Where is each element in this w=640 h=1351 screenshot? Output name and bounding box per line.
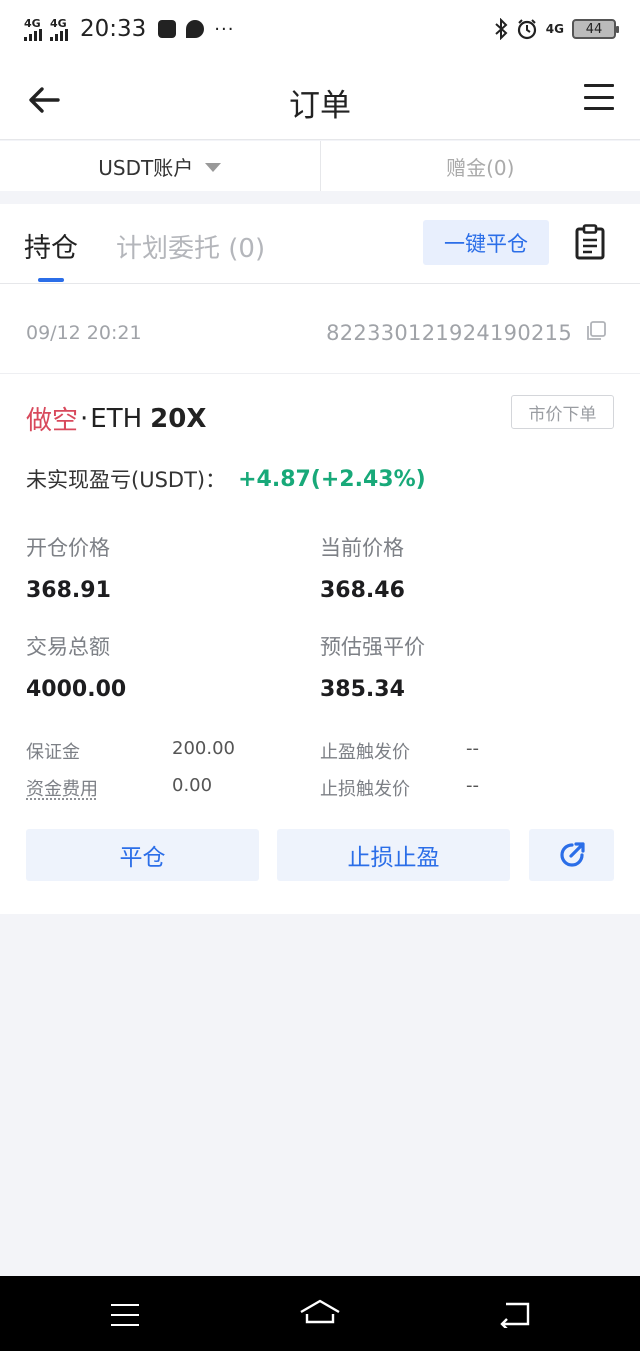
caret-down-icon — [205, 162, 222, 172]
share-button[interactable] — [529, 829, 614, 881]
funding-fee-value: 0.00 — [172, 775, 213, 796]
account-bonus[interactable]: 赠金(0) — [319, 141, 640, 191]
account-bonus-label: 赠金(0) — [446, 155, 515, 180]
notification-icon — [186, 20, 205, 38]
total-amount: 4000.00 — [26, 677, 127, 702]
home-icon[interactable] — [298, 1298, 342, 1326]
stop-loss-label: 止损触发价 — [320, 779, 410, 800]
close-position-button[interactable]: 平仓 — [26, 829, 259, 881]
margin-value: 200.00 — [172, 738, 235, 759]
message-icon — [158, 20, 177, 38]
position-time: 09/12 20:21 — [26, 322, 142, 344]
position-card-header: 09/12 20:21 822330121924190215 — [0, 284, 640, 374]
current-price-label: 当前价格 — [320, 536, 404, 560]
liquidation-price: 385.34 — [320, 677, 405, 702]
account-usdt-label: USDT账户 — [98, 155, 194, 180]
page-title: 订单 — [289, 88, 351, 124]
back-icon[interactable] — [498, 1300, 532, 1328]
position-side: 做空 — [26, 406, 79, 436]
network-type: 4G — [24, 16, 41, 30]
more-notifications: ··· — [214, 18, 235, 40]
trading-pair: ETH — [90, 403, 143, 434]
position-card: 09/12 20:21 822330121924190215 做空 · ETH … — [0, 284, 640, 914]
signal-icon: 4G — [24, 18, 42, 41]
pnl-label: 未实现盈亏(USDT)： — [26, 468, 227, 492]
alarm-icon — [517, 19, 536, 40]
tpsl-button[interactable]: 止损止盈 — [277, 829, 510, 881]
liquidation-label: 预估强平价 — [320, 635, 425, 659]
network-type: 4G — [50, 16, 67, 30]
battery-icon: 44 — [572, 19, 619, 39]
order-tabs: 持仓 计划委托 (0) 一键平仓 — [0, 204, 640, 284]
system-nav-bar — [0, 1276, 640, 1351]
menu-icon[interactable] — [584, 84, 614, 110]
tab-indicator — [38, 278, 64, 282]
bluetooth-icon — [495, 18, 508, 40]
pnl-value: +4.87(+2.43%) — [238, 466, 426, 492]
clock: 20:33 — [80, 16, 147, 42]
account-usdt[interactable]: USDT账户 — [0, 141, 320, 191]
take-profit-label: 止盈触发价 — [320, 742, 410, 763]
open-price: 368.91 — [26, 578, 111, 603]
battery-level: 44 — [585, 21, 603, 37]
open-price-label: 开仓价格 — [26, 536, 110, 560]
clipboard-icon[interactable] — [574, 224, 606, 260]
close-all-button[interactable]: 一键平仓 — [423, 220, 549, 265]
signal-icon: 4G — [50, 18, 68, 41]
margin-label: 保证金 — [26, 742, 80, 763]
order-id: 822330121924190215 — [326, 321, 572, 345]
funding-fee-label[interactable]: 资金费用 — [26, 775, 98, 801]
position-title: 做空 · ETH 20X — [26, 400, 206, 437]
order-type-badge: 市价下单 — [511, 395, 614, 429]
current-price: 368.46 — [320, 578, 405, 603]
tab-plan-orders[interactable]: 计划委托 (0) — [116, 228, 265, 265]
total-label: 交易总额 — [26, 635, 110, 659]
account-switcher: USDT账户 赠金(0) — [0, 141, 640, 191]
unrealized-pnl: 未实现盈亏(USDT)： +4.87(+2.43%) — [26, 464, 426, 494]
status-bar: 4G 4G 20:33 ··· 4G 44 — [0, 0, 640, 58]
recent-apps-icon[interactable] — [111, 1304, 139, 1326]
network-type: 4G — [545, 22, 564, 36]
share-icon — [559, 842, 585, 867]
stop-loss-value: -- — [466, 775, 479, 796]
nav-bar: 订单 — [0, 58, 640, 140]
take-profit-value: -- — [466, 738, 479, 759]
tab-positions[interactable]: 持仓 — [24, 226, 78, 265]
copy-icon[interactable] — [585, 320, 607, 342]
leverage: 20X — [150, 403, 207, 434]
separator-dot: · — [80, 403, 89, 434]
